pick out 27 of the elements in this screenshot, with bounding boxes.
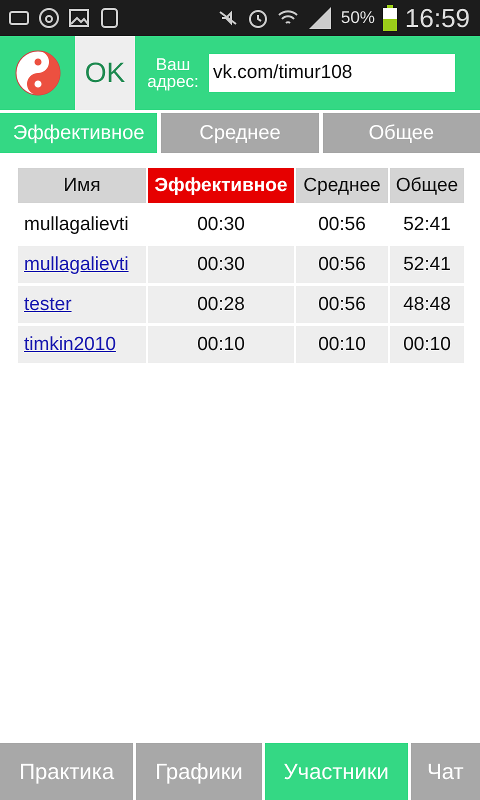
clock-time: 16:59 [404, 2, 470, 34]
alarm-icon [246, 7, 269, 29]
user-link[interactable]: mullagalievti [24, 254, 129, 276]
table-cell: 48:48 [390, 286, 464, 323]
ok-button[interactable]: OK [75, 36, 135, 110]
address-label: Ваш адрес: [146, 56, 200, 90]
user-link[interactable]: tester [24, 294, 72, 316]
yin-yang-logo [14, 50, 60, 96]
address-field[interactable]: vk.com/timur108 [209, 54, 455, 92]
signal-icon [306, 5, 333, 31]
user-link[interactable]: timkin2010 [24, 334, 116, 356]
app-icon [98, 7, 120, 29]
table-cell: 00:28 [148, 286, 294, 323]
column-header[interactable]: Имя [18, 168, 146, 203]
table-cell: 00:30 [148, 246, 294, 283]
table-cell: 00:56 [296, 286, 388, 323]
table-cell: 00:10 [148, 326, 294, 363]
table-cell: 00:10 [296, 326, 388, 363]
column-header[interactable]: Среднее [296, 168, 388, 203]
battery-percent: 50% [340, 8, 375, 28]
table-cell: 00:10 [390, 326, 464, 363]
table-cell: 00:56 [296, 246, 388, 283]
table-cell: 52:41 [390, 246, 464, 283]
image-icon [68, 7, 90, 29]
battery-icon [382, 5, 397, 31]
column-header[interactable]: Эффективное [148, 168, 294, 203]
column-header[interactable]: Общее [390, 168, 464, 203]
